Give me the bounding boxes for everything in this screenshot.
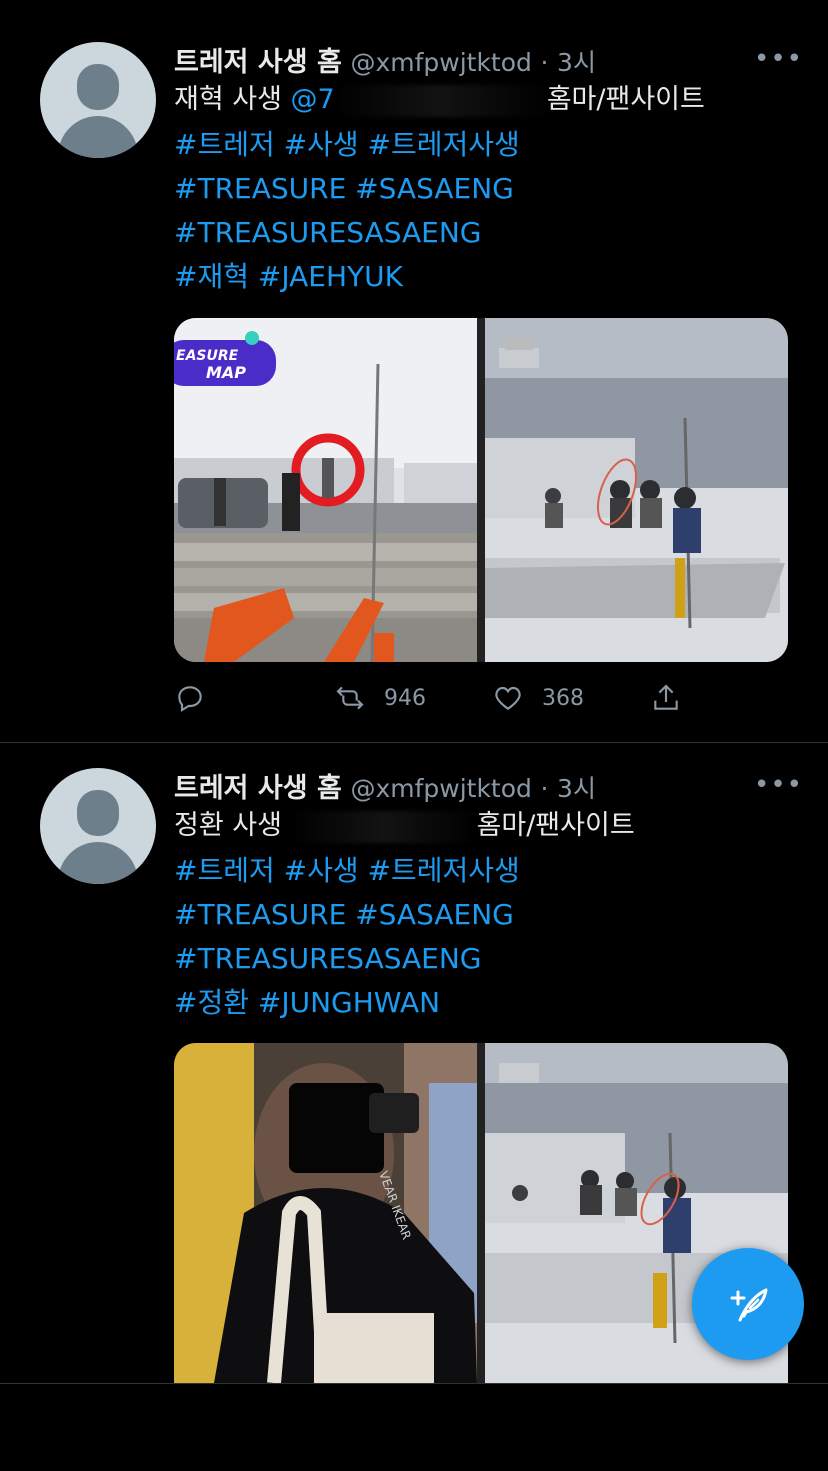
author-name[interactable]: 트레저 사생 홈 [174,773,342,804]
tweet-time[interactable]: 3시 [557,774,596,803]
more-options-icon[interactable]: ••• [754,770,803,800]
avatar[interactable] [40,768,156,884]
like-button[interactable]: 368 [492,678,584,718]
media-image-left[interactable]: VEAR IKEAR [174,1043,477,1383]
compose-tweet-button[interactable] [692,1248,804,1360]
tweet-text-prefix: 재혁 사생 [174,84,291,115]
tweet-actions: 946 368 [174,678,788,718]
tweet-text-prefix: 정환 사생 [174,810,291,841]
overlay-text-bottom: MAP [206,363,246,382]
author-handle[interactable]: @xmfpwjtktod [350,48,531,77]
mention-link[interactable]: @7 [291,84,335,115]
tweet-time[interactable]: 3시 [557,48,596,77]
tweet-header: 트레저 사생 홈 @xmfpwjtktod · 3시 [174,766,596,805]
share-icon [654,684,678,710]
overlay-text-top: EASURE [176,348,239,364]
tweet-1[interactable]: 트레저 사생 홈 @xmfpwjtktod · 3시 ••• 재혁 사생 @7 홈… [0,0,828,742]
separator: · [540,48,549,77]
hashtag-line[interactable]: #트레저 #사생 #트레저사생 [174,849,520,893]
tweet-header: 트레저 사생 홈 @xmfpwjtktod · 3시 [174,40,596,79]
separator: · [540,774,549,803]
reply-button[interactable] [174,678,224,718]
like-count: 368 [542,685,584,711]
hashtag-line[interactable]: #재혁 #JAEHYUK [174,255,520,299]
hashtag-line[interactable]: #정환 #JUNGHWAN [174,981,520,1025]
hashtags: #트레저 #사생 #트레저사생 #TREASURE #SASAENG #TREA… [174,849,520,1025]
tweet-text-suffix: 홈마/팬사이트 [476,810,635,841]
share-button[interactable] [650,678,682,718]
hashtag-line[interactable]: #TREASURE #SASAENG [174,893,520,937]
compose-tweet-icon [730,1288,768,1322]
redacted-area [290,810,477,843]
hashtag-line[interactable]: #TREASURESASAENG [174,211,520,255]
tweet-text: 정환 사생 홈마/팬사이트 [174,804,635,848]
tweet-media[interactable]: EASURE MAP [174,318,788,662]
tweet-media[interactable]: VEAR IKEAR [174,1043,788,1383]
tweet-2[interactable]: 트레저 사생 홈 @xmfpwjtktod · 3시 ••• 정환 사생 홈마/… [0,743,828,1471]
tweet-text-suffix: 홈마/팬사이트 [546,84,705,115]
hashtag-line[interactable]: #트레저 #사생 #트레저사생 [174,123,520,167]
media-image-left[interactable]: EASURE MAP [174,318,477,662]
retweet-count: 946 [384,685,426,711]
hashtag-line[interactable]: #TREASURE #SASAENG [174,167,520,211]
retweet-button[interactable]: 946 [334,678,426,718]
author-handle[interactable]: @xmfpwjtktod [350,774,531,803]
hashtag-line[interactable]: #TREASURESASAENG [174,937,520,981]
media-image-right[interactable] [485,318,788,662]
redacted-area [334,84,547,117]
heart-icon [495,686,521,710]
more-options-icon[interactable]: ••• [754,44,803,74]
retweet-icon [336,686,364,710]
reply-icon [178,686,202,712]
avatar[interactable] [40,42,156,158]
hashtags: #트레저 #사생 #트레저사생 #TREASURE #SASAENG #TREA… [174,123,520,299]
tweet-text: 재혁 사생 @7 홈마/팬사이트 [174,78,705,122]
bottom-navigation-bar [0,1383,828,1471]
author-name[interactable]: 트레저 사생 홈 [174,47,342,78]
